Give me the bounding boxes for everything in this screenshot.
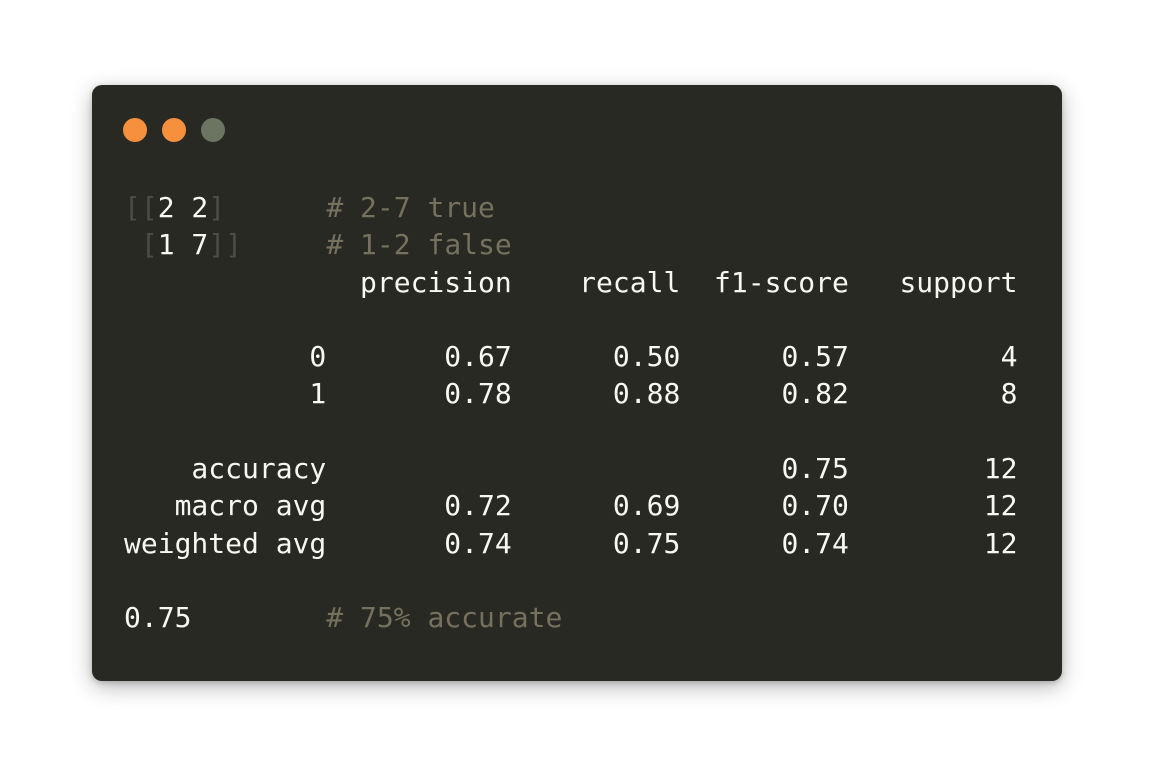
- report-row: macro avg 0.72 0.69 0.70 12: [124, 489, 1018, 523]
- window-controls: [123, 118, 225, 142]
- matrix-values: 1 7: [157, 228, 209, 262]
- matrix-bracket: [[: [124, 191, 158, 224]
- comment-text: # 75% accurate: [326, 601, 563, 635]
- terminal-output: [[2 2] # 2-7 true [1 7]] # 1-2 false pre…: [124, 189, 1017, 637]
- matrix-row-1: [[2 2] # 2-7 true: [124, 189, 1017, 226]
- zoom-button[interactable]: [201, 118, 225, 142]
- report-row: [124, 413, 1017, 450]
- report-row: 0 0.67 0.50 0.57 4: [124, 340, 1018, 374]
- minimize-button[interactable]: [162, 118, 186, 142]
- report-row: accuracy 0.75 12: [124, 452, 1018, 486]
- matrix-bracket: [: [140, 228, 158, 262]
- close-button[interactable]: [123, 118, 147, 142]
- score-line: 0.75 # 75% accurate: [124, 599, 1017, 636]
- report-header: precision recall f1-score support: [124, 265, 1018, 299]
- report-row: [124, 562, 1017, 599]
- matrix-values: 2 2: [157, 191, 209, 224]
- report-row: 1 0.78 0.88 0.82 8: [124, 377, 1018, 411]
- matrix-bracket: ]: [208, 191, 226, 224]
- matrix-row-2: [1 7]] # 1-2 false: [124, 226, 1017, 263]
- comment-text: # 2-7 true: [326, 191, 495, 224]
- matrix-bracket: ]]: [208, 228, 243, 262]
- terminal-window: [[2 2] # 2-7 true [1 7]] # 1-2 false pre…: [92, 85, 1062, 681]
- report-row: [124, 301, 1017, 338]
- score-value: 0.75: [124, 601, 192, 635]
- report-row: weighted avg 0.74 0.75 0.74 12: [124, 526, 1018, 560]
- comment-text: # 1-2 false: [326, 228, 512, 262]
